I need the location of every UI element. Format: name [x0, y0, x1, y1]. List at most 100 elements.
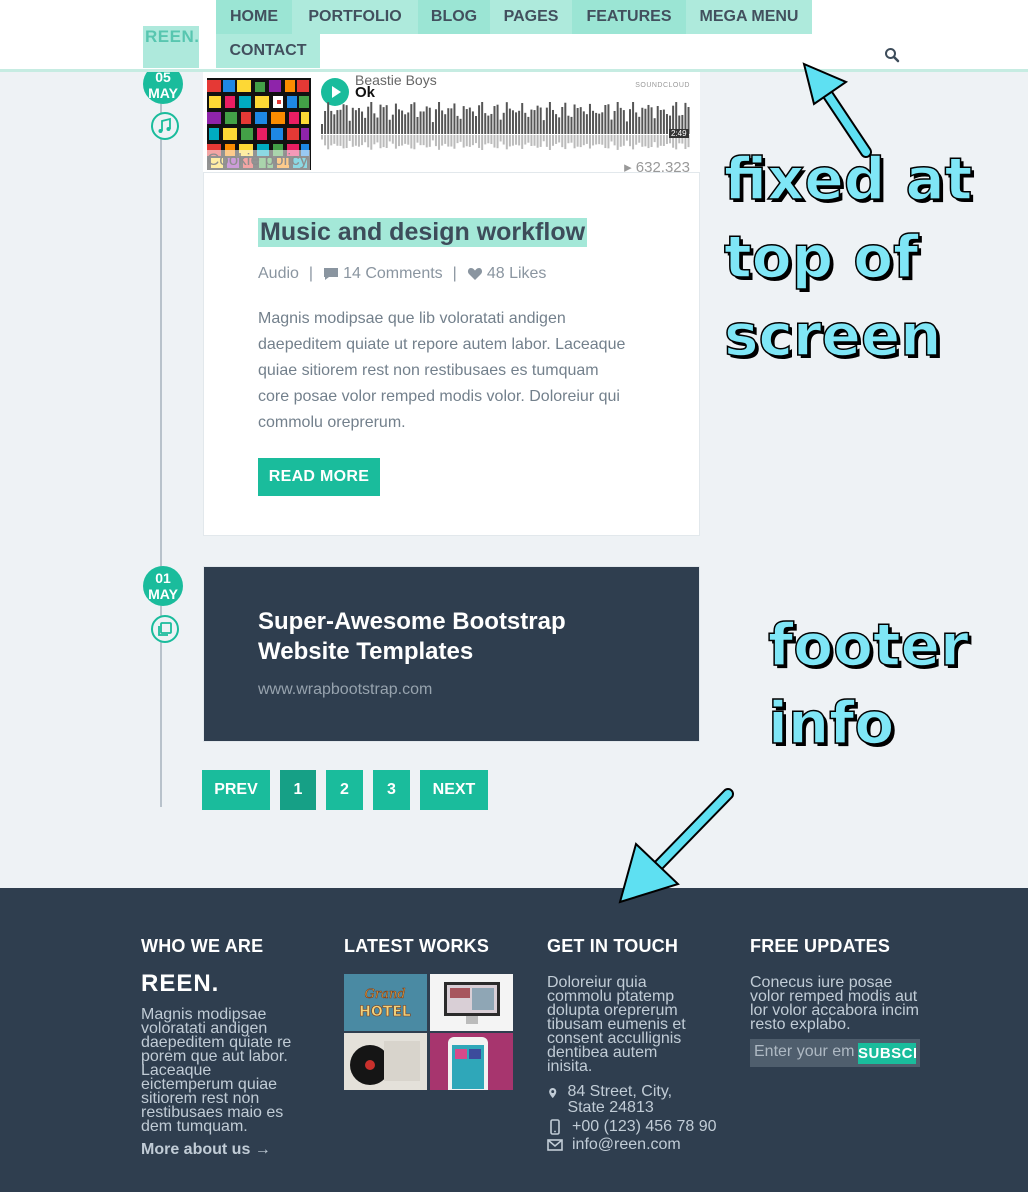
- nav-home[interactable]: HOME: [216, 0, 292, 34]
- annotation-header-note: fixed at top of screen: [723, 140, 973, 374]
- date-day: 01: [155, 570, 171, 586]
- waveform-bar: [416, 116, 419, 134]
- waveform-bar: [508, 108, 511, 134]
- post-category[interactable]: Audio: [258, 265, 299, 283]
- waveform-reflection: [324, 135, 327, 146]
- waveform-reflection: [524, 135, 527, 145]
- waveform-reflection: [434, 135, 437, 147]
- waveform-bar: [422, 111, 425, 134]
- nav-pages[interactable]: PAGES: [490, 0, 572, 34]
- cookie-policy-link[interactable]: Cookie policy: [205, 150, 311, 170]
- waveform-reflection: [570, 135, 573, 143]
- waveform-bar: [471, 111, 474, 134]
- waveform-bar: [616, 102, 619, 134]
- waveform-bar: [604, 105, 607, 134]
- waveform-bar: [388, 119, 391, 134]
- post-meta: Audio | 14 Comments | 48 Likes: [258, 265, 546, 283]
- waveform-bar: [625, 121, 628, 134]
- waveform-bar: [394, 103, 397, 134]
- waveform-reflection: [342, 135, 345, 149]
- post-likes[interactable]: 48 Likes: [487, 265, 547, 283]
- pagination-page-2[interactable]: 2: [326, 770, 363, 810]
- waveform-reflection: [515, 135, 518, 145]
- waveform-reflection: [641, 135, 644, 147]
- waveform-reflection: [330, 135, 333, 146]
- waveform-reflection: [351, 135, 354, 147]
- link-post-url[interactable]: www.wrapbootstrap.com: [258, 681, 432, 699]
- work-thumbnail[interactable]: [430, 974, 513, 1031]
- newsletter-email-input[interactable]: [754, 1041, 854, 1063]
- more-about-us-link[interactable]: More about us →: [141, 1141, 271, 1159]
- link-post-title[interactable]: Super-Awesome Bootstrap Website Template…: [258, 607, 638, 667]
- waveform-bar: [601, 112, 604, 134]
- waveform-reflection: [410, 135, 413, 149]
- waveform-reflection: [502, 135, 505, 145]
- waveform-bar: [573, 104, 576, 134]
- track-title[interactable]: Ok: [355, 84, 375, 101]
- waveform[interactable]: [321, 102, 691, 150]
- nav-contact[interactable]: CONTACT: [216, 34, 320, 68]
- contact-address-text: 84 Street, City, State 24813: [567, 1083, 673, 1116]
- waveform-bar: [567, 115, 570, 134]
- waveform-reflection: [659, 135, 662, 146]
- waveform-reflection: [441, 135, 444, 146]
- waveform-bar: [607, 104, 610, 134]
- waveform-bar: [515, 112, 518, 134]
- site-logo[interactable]: REEN.: [143, 26, 199, 68]
- work-thumbnail[interactable]: [344, 1033, 427, 1090]
- pagination-page-3[interactable]: 3: [373, 770, 410, 810]
- newsletter-form: SUBSCRIBE: [750, 1039, 920, 1067]
- waveform-bar: [447, 108, 450, 134]
- waveform-bar: [370, 102, 373, 134]
- waveform-bar: [585, 114, 588, 134]
- link-post-card[interactable]: Super-Awesome Bootstrap Website Template…: [203, 566, 700, 742]
- waveform-reflection: [573, 135, 576, 149]
- waveform-reflection: [585, 135, 588, 144]
- waveform-bar: [376, 117, 379, 134]
- waveform-bar: [502, 112, 505, 134]
- subscribe-button[interactable]: SUBSCRIBE: [858, 1043, 916, 1064]
- waveform-reflection: [354, 135, 357, 146]
- waveform-bar: [582, 111, 585, 134]
- waveform-bar: [336, 110, 339, 134]
- nav-features[interactable]: FEATURES: [572, 0, 686, 34]
- footer-logo[interactable]: REEN.: [141, 970, 219, 998]
- waveform-reflection: [558, 135, 561, 143]
- waveform-bar: [592, 110, 595, 134]
- waveform-bar: [521, 103, 524, 134]
- footer-who-text: Magnis modipsae voloratati andigen daepe…: [141, 1006, 292, 1135]
- nav-portfolio[interactable]: PORTFOLIO: [292, 0, 418, 34]
- nav-blog[interactable]: BLOG: [418, 0, 490, 34]
- waveform-reflection: [459, 135, 462, 142]
- waveform-reflection: [336, 135, 339, 146]
- pagination-prev[interactable]: PREV: [202, 770, 270, 810]
- read-more-button[interactable]: READ MORE: [258, 458, 380, 496]
- contact-email-text[interactable]: info@reen.com: [572, 1136, 681, 1154]
- pagination-page-1[interactable]: 1: [280, 770, 316, 810]
- date-month: MAY: [148, 85, 178, 101]
- work-thumbnail[interactable]: Grand HOTEL: [344, 974, 427, 1031]
- contact-phone-text[interactable]: +00 (123) 456 78 90: [572, 1118, 717, 1136]
- waveform-reflection: [484, 135, 487, 145]
- waveform-reflection: [592, 135, 595, 146]
- waveform-reflection: [361, 135, 364, 146]
- work-thumbnail[interactable]: [430, 1033, 513, 1090]
- waveform-reflection: [327, 135, 330, 150]
- waveform-bar: [647, 104, 650, 134]
- blog-post-card: Music and design workflow Audio | 14 Com…: [203, 172, 700, 536]
- waveform-bar: [659, 110, 662, 134]
- waveform-reflection: [450, 135, 453, 147]
- waveform-reflection: [413, 135, 416, 150]
- waveform-reflection: [653, 135, 656, 143]
- nav-mega-menu[interactable]: MEGA MENU: [686, 0, 812, 34]
- soundcloud-logo[interactable]: SOUNDCLOUD: [635, 82, 690, 89]
- waveform-reflection: [339, 135, 342, 146]
- post-comments[interactable]: 14 Comments: [343, 265, 443, 283]
- waveform-reflection: [379, 135, 382, 149]
- site-footer: WHO WE ARE REEN. Magnis modipsae volorat…: [0, 888, 1028, 1192]
- pagination-next[interactable]: NEXT: [420, 770, 488, 810]
- waveform-bar: [385, 105, 388, 134]
- post-title[interactable]: Music and design workflow: [258, 218, 588, 247]
- search-icon[interactable]: [884, 47, 900, 63]
- waveform-reflection: [345, 135, 348, 148]
